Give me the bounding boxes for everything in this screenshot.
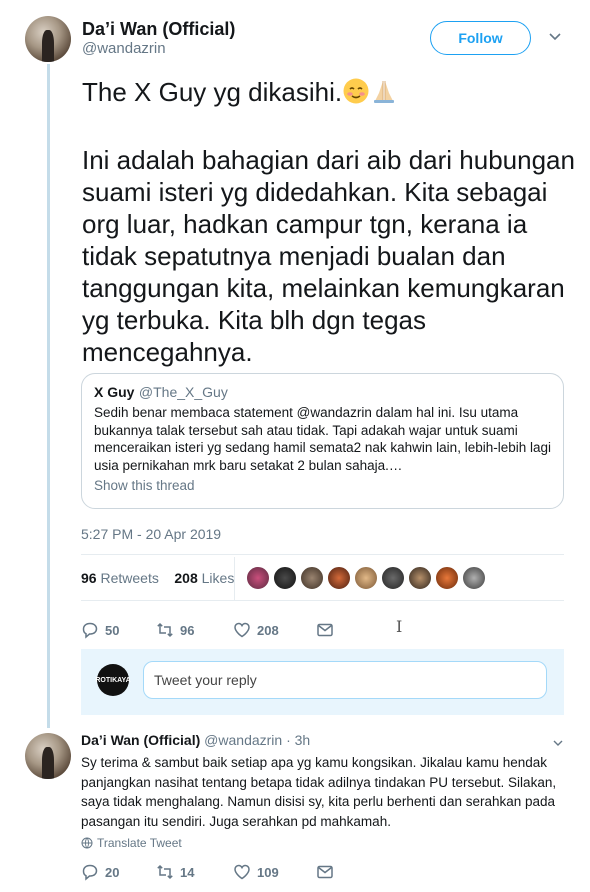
tweet-paragraph-text: The X Guy yg dikasihi.	[82, 77, 343, 107]
liker-avatar[interactable]	[246, 566, 270, 590]
author-avatar[interactable]	[25, 16, 71, 62]
liker-avatar[interactable]	[435, 566, 459, 590]
stats-separator	[234, 557, 235, 601]
like-count: 109	[257, 864, 279, 880]
text-cursor-icon: I	[396, 617, 403, 636]
liker-avatar[interactable]	[327, 566, 351, 590]
heart-icon	[234, 622, 250, 638]
likes-stat[interactable]: 208 Likes	[174, 570, 234, 586]
avatar-logo-text: ROTIKAYA	[95, 676, 131, 684]
reply-author-meta: @wandazrin · 3h	[204, 732, 311, 748]
reply-action[interactable]: 20	[81, 863, 156, 881]
translate-label: Translate Tweet	[97, 836, 182, 850]
reply-composer: ROTIKAYA Tweet your reply	[81, 649, 564, 715]
retweet-icon	[157, 622, 173, 638]
reply-action[interactable]: 50	[81, 621, 156, 639]
show-thread-link[interactable]: Show this thread	[94, 478, 551, 493]
tweet-actions: 50 96 208	[81, 620, 334, 640]
divider	[81, 600, 564, 601]
reply-tweet-actions: 20 14 109	[81, 862, 334, 882]
engagement-stats: 96 Retweets 208 Likes	[81, 557, 235, 601]
reply-icon	[82, 622, 98, 639]
retweet-action[interactable]: 96	[156, 621, 233, 639]
liker-avatar[interactable]	[300, 566, 324, 590]
quoted-author-name: X Guy	[94, 384, 135, 400]
retweet-count: 14	[180, 864, 195, 880]
divider	[81, 554, 564, 555]
reply-icon	[82, 864, 98, 881]
tweet-text: The X Guy yg dikasihi. Ini adalah bahagi…	[82, 76, 582, 400]
quoted-tweet[interactable]: X Guy @The_X_Guy Sedih benar membaca sta…	[81, 373, 564, 509]
like-action[interactable]: 208	[233, 621, 316, 639]
current-user-avatar[interactable]: ROTIKAYA	[95, 664, 131, 696]
likes-count: 208	[174, 570, 198, 586]
direct-message-action[interactable]	[316, 863, 334, 881]
globe-icon	[81, 837, 93, 849]
follow-button[interactable]: Follow	[430, 21, 531, 55]
liker-avatar[interactable]	[381, 566, 405, 590]
tweet-paragraph: The X Guy yg dikasihi.	[82, 76, 582, 112]
liker-avatar[interactable]	[354, 566, 378, 590]
heart-icon	[234, 864, 250, 880]
direct-message-action[interactable]	[316, 621, 334, 639]
translate-tweet-link[interactable]: Translate Tweet	[81, 836, 182, 850]
reply-author-header[interactable]: Da’i Wan (Official) @wandazrin · 3h	[81, 732, 310, 748]
like-count: 208	[257, 622, 279, 638]
author-handle[interactable]: @wandazrin	[82, 40, 166, 57]
reply-input[interactable]: Tweet your reply	[143, 661, 547, 699]
liker-avatar[interactable]	[462, 566, 486, 590]
likes-label: Likes	[201, 570, 235, 586]
liker-avatar[interactable]	[273, 566, 297, 590]
like-action[interactable]: 109	[233, 863, 316, 881]
reply-count: 20	[105, 864, 120, 880]
smiling-face-icon	[342, 77, 370, 112]
thread-connector-line	[47, 64, 50, 728]
message-icon	[317, 623, 333, 637]
chevron-down-icon[interactable]	[548, 30, 562, 44]
folded-hands-icon	[370, 77, 398, 112]
reply-count: 50	[105, 622, 120, 638]
retweets-count: 96	[81, 570, 97, 586]
quoted-tweet-text: Sedih benar membaca statement @wandazrin…	[94, 405, 551, 473]
retweet-icon	[157, 864, 173, 880]
chevron-down-icon[interactable]	[552, 737, 564, 749]
retweet-action[interactable]: 14	[156, 863, 233, 881]
liker-avatar[interactable]	[408, 566, 432, 590]
reply-tweet-text: Sy terima & sambut baik setiap apa yg ka…	[81, 755, 557, 829]
retweets-label: Retweets	[100, 570, 159, 586]
reply-author-name: Da’i Wan (Official)	[81, 732, 201, 748]
message-icon	[317, 865, 333, 879]
quoted-author-handle: @The_X_Guy	[138, 384, 228, 400]
retweets-stat[interactable]: 96 Retweets	[81, 570, 159, 586]
tweet-paragraph: Ini adalah bahagian dari aib dari hubung…	[82, 145, 575, 367]
retweet-count: 96	[180, 622, 195, 638]
tweet-timestamp[interactable]: 5:27 PM - 20 Apr 2019	[81, 526, 221, 542]
reply-author-avatar[interactable]	[25, 733, 71, 779]
author-name[interactable]: Da’i Wan (Official)	[82, 19, 235, 40]
